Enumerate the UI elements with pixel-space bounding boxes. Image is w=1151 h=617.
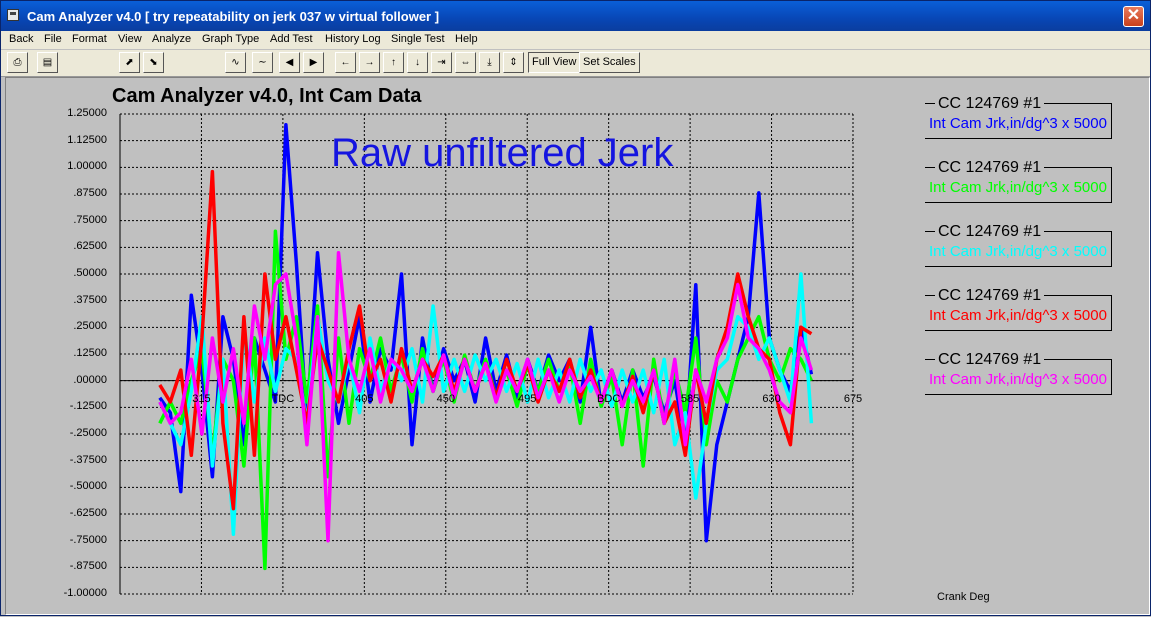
x-tick-label: TDC xyxy=(271,392,295,405)
y-tick-label: .12500 xyxy=(73,347,107,359)
x-tick-label: BDC xyxy=(597,392,621,405)
legend-item: CC 124769 #1 Int Cam Jrk,in/dg^3 x 5000 xyxy=(925,287,1115,339)
y-tick-label: .75000 xyxy=(73,213,107,226)
y-tick-label: -.25000 xyxy=(69,427,107,439)
x-tick-label: 405 xyxy=(355,392,374,405)
x-tick-label: 585 xyxy=(680,392,700,405)
series-line-1 xyxy=(158,122,814,543)
y-tick-label: 1.12500 xyxy=(67,133,107,146)
x-axis-label: Crank Deg xyxy=(937,591,990,603)
y-tick-label: -.87500 xyxy=(69,560,107,573)
chart-annotation: Raw unfiltered Jerk xyxy=(331,131,674,175)
legend-series-name: Int Cam Jrk,in/dg^3 x 5000 xyxy=(929,115,1107,132)
legend-series-name: Int Cam Jrk,in/dg^3 x 5000 xyxy=(929,243,1107,260)
y-tick-label: .87500 xyxy=(73,187,107,199)
legend-item: CC 124769 #1 Int Cam Jrk,in/dg^3 x 5000 xyxy=(925,95,1115,147)
y-tick-label: .25000 xyxy=(73,320,107,333)
legend-label: CC 124769 #1 xyxy=(935,351,1045,369)
y-tick-label: -.50000 xyxy=(69,480,107,493)
legend-label: CC 124769 #1 xyxy=(935,159,1045,177)
y-tick-label: 1.25000 xyxy=(67,107,107,119)
x-tick-label: 450 xyxy=(436,392,455,405)
legend-series-name: Int Cam Jrk,in/dg^3 x 5000 xyxy=(929,307,1107,324)
y-tick-label: .62500 xyxy=(73,240,107,253)
y-tick-label: -.75000 xyxy=(69,533,107,546)
main-window: Cam Analyzer v4.0 [ try repeatability on… xyxy=(0,0,1151,616)
legend-series-name: Int Cam Jrk,in/dg^3 x 5000 xyxy=(929,179,1107,196)
legend-item: CC 124769 #1 Int Cam Jrk,in/dg^3 x 5000 xyxy=(925,351,1115,403)
legend-label: CC 124769 #1 xyxy=(935,95,1045,113)
legend-label: CC 124769 #1 xyxy=(935,223,1045,241)
x-tick-label: 630 xyxy=(762,392,781,405)
legend-item: CC 124769 #1 Int Cam Jrk,in/dg^3 x 5000 xyxy=(925,223,1115,275)
y-tick-label: .50000 xyxy=(73,267,107,279)
legend-series-name: Int Cam Jrk,in/dg^3 x 5000 xyxy=(929,371,1107,388)
y-tick-label: .37500 xyxy=(73,293,107,306)
y-tick-label: .00000 xyxy=(73,373,107,386)
y-tick-label: -.12500 xyxy=(69,400,107,413)
x-tick-label: 495 xyxy=(518,392,537,405)
y-tick-label: -.62500 xyxy=(69,507,107,519)
y-tick-label: -1.00000 xyxy=(63,587,107,599)
legend-item: CC 124769 #1 Int Cam Jrk,in/dg^3 x 5000 xyxy=(925,159,1115,211)
x-tick-label: 675 xyxy=(843,392,863,405)
y-tick-label: -.37500 xyxy=(69,453,107,466)
legend-label: CC 124769 #1 xyxy=(935,287,1045,305)
y-tick-label: 1.00000 xyxy=(67,160,107,173)
x-tick-label: 315 xyxy=(192,392,211,405)
